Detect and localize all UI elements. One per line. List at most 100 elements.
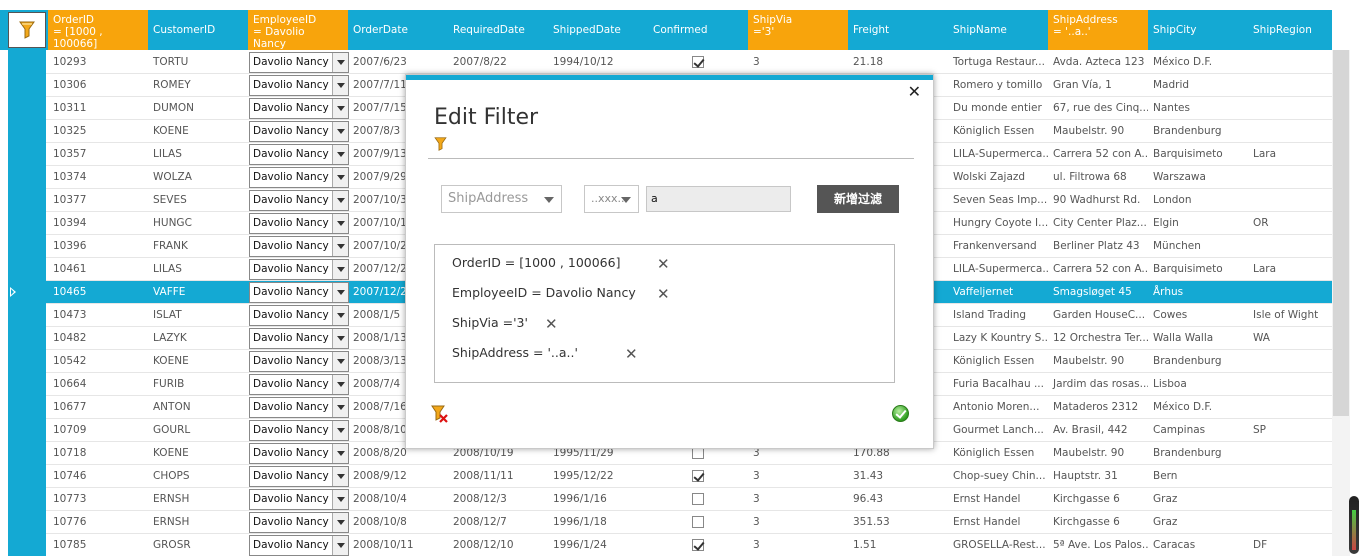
cell-shipname: Romero y tomillo [953,79,1043,91]
remove-icon[interactable]: ✕ [657,257,670,272]
column-header-shipcity[interactable]: ShipCity [1148,10,1248,50]
chevron-down-icon[interactable] [332,191,348,210]
chevron-down-icon[interactable] [332,237,348,256]
confirmed-checkbox[interactable] [692,56,704,68]
cell-customerid: HUNGC [153,217,192,229]
column-header-shipname[interactable]: ShipName [948,10,1048,50]
table-row[interactable]: 10293 TORTU Davolio Nancy 2007/6/23 2007/8/2… [46,51,1332,74]
cell-shipname: LILA-Supermerca... [953,263,1048,275]
employee-select[interactable]: Davolio Nancy [249,190,349,211]
chevron-down-icon[interactable] [332,283,348,302]
column-header-shippeddate[interactable]: ShippedDate [548,10,648,50]
cell-shipregion [1248,120,1332,143]
chevron-down-icon[interactable] [332,168,348,187]
chevron-down-icon[interactable] [332,99,348,118]
employee-select-value: Davolio Nancy [253,332,329,344]
column-header-freight[interactable]: Freight [848,10,948,50]
chevron-down-icon[interactable] [332,421,348,440]
scrollbar-thumb[interactable] [1333,50,1349,416]
employee-select[interactable]: Davolio Nancy [249,75,349,96]
employee-select[interactable]: Davolio Nancy [249,259,349,280]
filter-button[interactable] [8,12,46,48]
cell-shipcity: Campinas [1153,424,1206,436]
cell-freight: 1.51 [853,539,877,551]
chevron-down-icon[interactable] [332,76,348,95]
employee-select[interactable]: Davolio Nancy [249,98,349,119]
column-header-requireddate[interactable]: RequiredDate [448,10,548,50]
filter-value-input[interactable]: a [646,186,791,212]
column-header-shipvia[interactable]: ShipVia ='3' [748,10,848,50]
employee-select[interactable]: Davolio Nancy [249,213,349,234]
column-header-orderid[interactable]: OrderID = [1000 , 100066] [48,10,148,50]
employee-select[interactable]: Davolio Nancy [249,328,349,349]
chevron-down-icon[interactable] [332,122,348,141]
chevron-down-icon[interactable] [332,467,348,486]
chevron-down-icon[interactable] [332,444,348,463]
employee-select[interactable]: Davolio Nancy [249,121,349,142]
remove-icon[interactable]: ✕ [625,347,638,362]
chevron-down-icon[interactable] [332,398,348,417]
cell-customerid: VAFFE [153,286,186,298]
table-row[interactable]: 10785 GROSR Davolio Nancy 2008/10/11 2008/12… [46,534,1332,556]
confirmed-checkbox[interactable] [692,516,704,528]
employee-select[interactable]: Davolio Nancy [249,397,349,418]
chevron-down-icon[interactable] [332,145,348,164]
employee-select[interactable]: Davolio Nancy [249,512,349,533]
operator-select[interactable]: ..xxx.. [584,185,639,213]
column-header-shipregion[interactable]: ShipRegion [1248,10,1332,50]
confirmed-checkbox[interactable] [692,539,704,551]
column-header-shipaddress[interactable]: ShipAddress = '..a..' [1048,10,1148,50]
column-header-confirmed[interactable]: Confirmed [648,10,748,50]
add-filter-button[interactable]: 新增过滤 [817,185,899,213]
confirmed-checkbox[interactable] [692,470,704,482]
chevron-down-icon[interactable] [332,536,348,555]
remove-icon[interactable]: ✕ [545,317,558,332]
check-circle-icon[interactable] [892,405,909,422]
employee-select[interactable]: Davolio Nancy [249,282,349,303]
employee-select[interactable]: Davolio Nancy [249,489,349,510]
chevron-down-icon[interactable] [332,260,348,279]
chevron-down-icon[interactable] [332,352,348,371]
column-header-customerid[interactable]: CustomerID [148,10,248,50]
employee-select[interactable]: Davolio Nancy [249,52,349,73]
column-header-employeeid[interactable]: EmployeeID = Davolio Nancy [248,10,348,50]
table-row[interactable]: 10776 ERNSH Davolio Nancy 2008/10/8 2008/12/… [46,511,1332,534]
chevron-down-icon[interactable] [332,306,348,325]
cell-orderdate: 2008/10/4 [353,493,407,505]
employee-select[interactable]: Davolio Nancy [249,374,349,395]
field-select[interactable]: ShipAddress [441,185,562,213]
employee-select[interactable]: Davolio Nancy [249,305,349,326]
close-icon[interactable]: ✕ [908,84,921,100]
employee-select[interactable]: Davolio Nancy [249,443,349,464]
cell-shipcity: Brandenburg [1153,125,1222,137]
employee-select[interactable]: Davolio Nancy [249,144,349,165]
column-header-orderdate[interactable]: OrderDate [348,10,448,50]
confirmed-checkbox[interactable] [692,493,704,505]
cell-orderid: 10306 [53,79,87,91]
cell-shipname: Ernst Handel [953,493,1021,505]
remove-icon[interactable]: ✕ [657,287,670,302]
clear-filter-icon[interactable] [431,405,449,423]
chevron-down-icon[interactable] [332,214,348,233]
chevron-down-icon[interactable] [332,513,348,532]
employee-select[interactable]: Davolio Nancy [249,420,349,441]
chevron-down-icon[interactable] [332,375,348,394]
chevron-down-icon[interactable] [332,490,348,509]
chevron-down-icon[interactable] [332,329,348,348]
employee-select[interactable]: Davolio Nancy [249,351,349,372]
cell-shipcity: Bern [1153,470,1178,482]
employee-select[interactable]: Davolio Nancy [249,167,349,188]
chevron-down-icon[interactable] [332,53,348,72]
cell-requireddate: 2008/12/3 [453,493,507,505]
employee-select[interactable]: Davolio Nancy [249,466,349,487]
cell-shipregion: Isle of Wight [1253,309,1319,321]
cell-shipaddress: 12 Orchestra Ter... [1053,332,1148,344]
employee-select[interactable]: Davolio Nancy [249,535,349,556]
cell-shipvia: 3 [753,493,760,505]
employee-select[interactable]: Davolio Nancy [249,236,349,257]
table-row[interactable]: 10773 ERNSH Davolio Nancy 2008/10/4 2008/12/… [46,488,1332,511]
cell-orderid: 10325 [53,125,87,137]
table-row[interactable]: 10746 CHOPS Davolio Nancy 2008/9/12 2008/11/… [46,465,1332,488]
cell-shipcity: Walla Walla [1153,332,1214,344]
cell-shipregion [1248,235,1332,258]
